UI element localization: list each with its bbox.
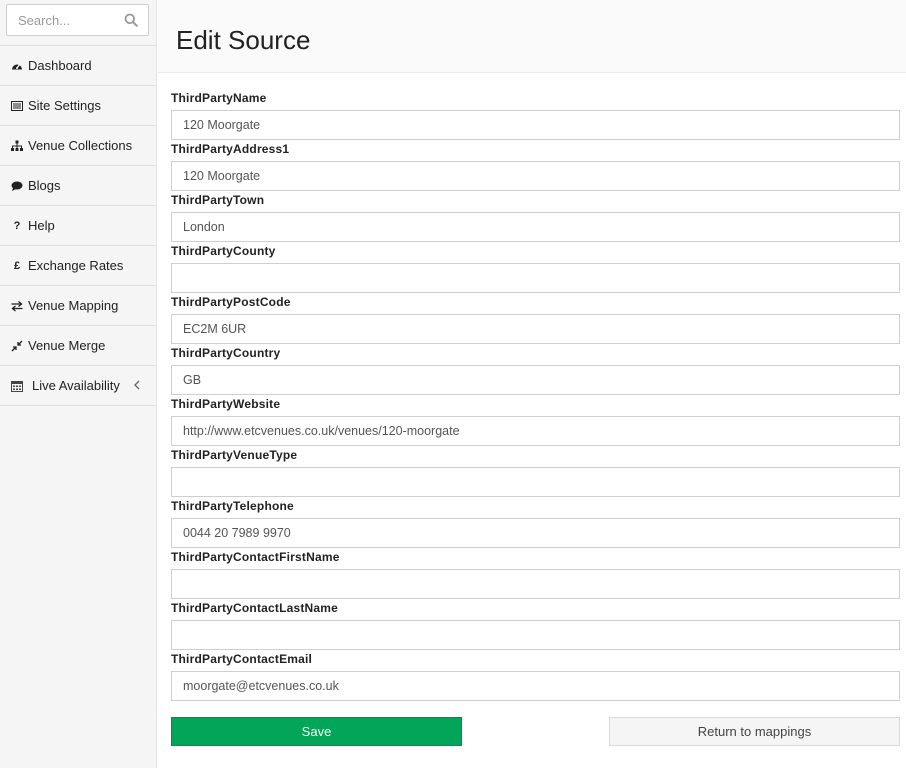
- field-label: ThirdPartyContactFirstName: [171, 550, 340, 564]
- page-title: Edit Source: [176, 25, 311, 55]
- sidebar-item-live-availability[interactable]: Live Availability: [0, 366, 156, 406]
- sidebar-item-label: Help: [28, 218, 55, 233]
- third-party-telephone-input[interactable]: [171, 518, 900, 548]
- third-party-name-input[interactable]: [171, 110, 900, 140]
- third-party-country-input[interactable]: [171, 365, 900, 395]
- sidebar-item-label: Site Settings: [28, 98, 101, 113]
- comment-icon: [11, 180, 23, 192]
- sidebar-item-label: Live Availability: [32, 378, 120, 393]
- field-third-party-address1: ThirdPartyAddress1: [171, 141, 900, 191]
- third-party-county-input[interactable]: [171, 263, 900, 293]
- field-third-party-venue-type: ThirdPartyVenueType: [171, 447, 900, 497]
- third-party-website-input[interactable]: [171, 416, 900, 446]
- field-third-party-website: ThirdPartyWebsite: [171, 396, 900, 446]
- pound-icon: £: [13, 259, 21, 272]
- field-third-party-country: ThirdPartyCountry: [171, 345, 900, 395]
- third-party-contact-last-name-input[interactable]: [171, 620, 900, 650]
- field-label: ThirdPartyWebsite: [171, 397, 281, 411]
- sidebar-item-label: Dashboard: [28, 58, 92, 73]
- question-icon: ?: [13, 219, 21, 232]
- field-third-party-town: ThirdPartyTown: [171, 192, 900, 242]
- sidebar-item-venue-collections[interactable]: Venue Collections: [0, 126, 156, 166]
- sidebar-item-dashboard[interactable]: Dashboard: [0, 46, 156, 86]
- sidebar-search: [0, 0, 156, 46]
- return-to-mappings-button[interactable]: Return to mappings: [609, 717, 900, 746]
- field-third-party-contact-first-name: ThirdPartyContactFirstName: [171, 549, 900, 599]
- form-actions: Save Return to mappings: [171, 717, 900, 747]
- third-party-address1-input[interactable]: [171, 161, 900, 191]
- sidebar-item-exchange-rates[interactable]: £ Exchange Rates: [0, 246, 156, 286]
- page-header: Edit Source: [158, 0, 906, 73]
- sidebar-item-label: Venue Merge: [28, 338, 106, 353]
- field-label: ThirdPartyAddress1: [171, 142, 290, 156]
- sidebar-item-label: Exchange Rates: [28, 258, 124, 273]
- third-party-town-input[interactable]: [171, 212, 900, 242]
- calendar-icon: [11, 380, 23, 392]
- sidebar-item-label: Venue Mapping: [28, 298, 119, 313]
- sidebar-item-venue-mapping[interactable]: Venue Mapping: [0, 286, 156, 326]
- sitemap-icon: [11, 140, 23, 152]
- app-layout: Dashboard Site Settings: [0, 0, 906, 768]
- compress-icon: [11, 340, 23, 352]
- field-third-party-telephone: ThirdPartyTelephone: [171, 498, 900, 548]
- field-third-party-contact-email: ThirdPartyContactEmail: [171, 651, 900, 701]
- main-content: Edit Source ThirdPartyName ThirdPartyAdd…: [158, 0, 906, 768]
- sidebar-item-site-settings[interactable]: Site Settings: [0, 86, 156, 126]
- sidebar-item-venue-merge[interactable]: Venue Merge: [0, 326, 156, 366]
- search-icon[interactable]: [124, 13, 138, 27]
- field-label: ThirdPartyPostCode: [171, 295, 291, 309]
- field-label: ThirdPartyVenueType: [171, 448, 298, 462]
- field-label: ThirdPartyCountry: [171, 346, 281, 360]
- field-label: ThirdPartyTown: [171, 193, 265, 207]
- field-third-party-county: ThirdPartyCounty: [171, 243, 900, 293]
- sidebar-item-label: Venue Collections: [28, 138, 133, 153]
- third-party-contact-first-name-input[interactable]: [171, 569, 900, 599]
- third-party-venue-type-input[interactable]: [171, 467, 900, 497]
- dashboard-icon: [11, 60, 23, 72]
- field-label: ThirdPartyContactLastName: [171, 601, 339, 615]
- field-third-party-name: ThirdPartyName: [171, 90, 900, 140]
- third-party-contact-email-input[interactable]: [171, 671, 900, 701]
- search-box: [6, 4, 149, 36]
- third-party-postcode-input[interactable]: [171, 314, 900, 344]
- field-label: ThirdPartyContactEmail: [171, 652, 313, 666]
- field-third-party-postcode: ThirdPartyPostCode: [171, 294, 900, 344]
- edit-source-form: ThirdPartyName ThirdPartyAddress1 ThirdP…: [158, 73, 906, 747]
- sidebar: Dashboard Site Settings: [0, 0, 157, 768]
- sidebar-item-label: Blogs: [28, 178, 61, 193]
- sidebar-item-help[interactable]: ? Help: [0, 206, 156, 246]
- list-icon: [11, 100, 23, 112]
- field-label: ThirdPartyCounty: [171, 244, 276, 258]
- sidebar-item-blogs[interactable]: Blogs: [0, 166, 156, 206]
- field-label: ThirdPartyName: [171, 91, 267, 105]
- exchange-icon: [11, 300, 23, 312]
- chevron-left-icon[interactable]: [133, 379, 141, 391]
- save-button[interactable]: Save: [171, 717, 462, 746]
- field-label: ThirdPartyTelephone: [171, 499, 294, 513]
- field-third-party-contact-last-name: ThirdPartyContactLastName: [171, 600, 900, 650]
